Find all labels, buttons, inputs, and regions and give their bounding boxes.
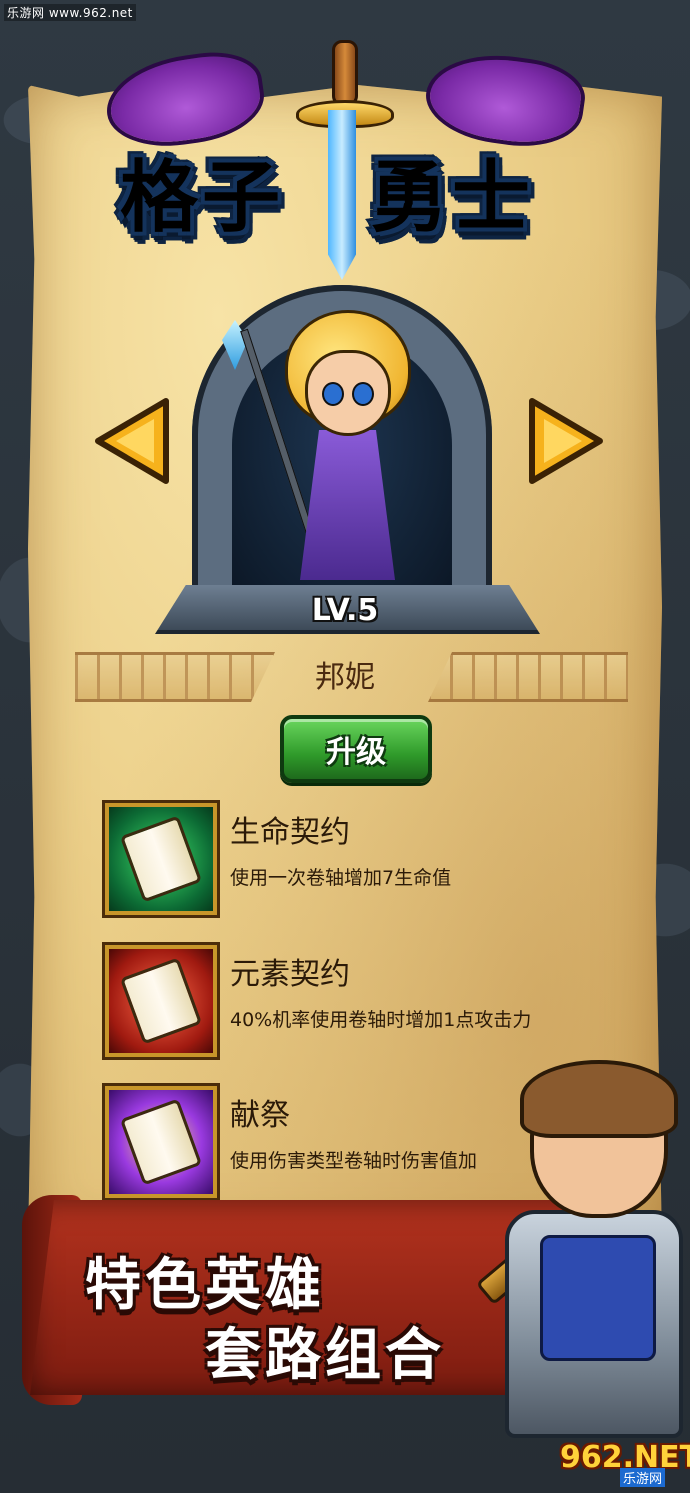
hero-name: 邦妮 — [315, 660, 375, 695]
upgrade-button[interactable]: 升级 — [280, 715, 432, 783]
hero-eye — [322, 382, 344, 406]
hero-dress — [300, 430, 395, 580]
logo-text-left: 格子 — [120, 135, 284, 247]
hero-portrait[interactable] — [260, 290, 430, 590]
skill-title: 生命契约 — [230, 815, 350, 850]
slogan-line-1: 特色英雄 — [85, 1253, 325, 1318]
hero-face — [305, 350, 391, 436]
skill-title: 献祭 — [230, 1098, 290, 1133]
scroll-fire-icon — [102, 942, 220, 1060]
arrow-right-icon — [529, 398, 603, 484]
skill-desc: 40%机率使用卷轴时增加1点攻击力 — [230, 1009, 532, 1031]
skill-desc: 使用伤害类型卷轴时伤害值加 — [230, 1150, 478, 1172]
knight-character — [470, 1060, 690, 1480]
prev-hero-button[interactable] — [92, 395, 170, 487]
hero-eye — [352, 382, 374, 406]
knight-tabard — [540, 1235, 656, 1361]
scroll-magic-icon — [102, 1083, 220, 1201]
sword-blade-icon — [328, 110, 356, 280]
skill-desc: 使用一次卷轴增加7生命值 — [230, 867, 452, 889]
knight-hair — [520, 1060, 678, 1138]
brand-sub: 乐游网 — [620, 1468, 666, 1487]
site-watermark: 乐游网 www.962.net — [4, 4, 136, 21]
skill-item[interactable]: 元素契约 40%机率使用卷轴时增加1点攻击力 — [102, 942, 665, 1060]
sword-hilt-icon — [332, 40, 358, 106]
skill-title: 元素契约 — [230, 957, 350, 992]
hero-level: LV.5 — [311, 593, 379, 628]
skill-item[interactable]: 生命契约 使用一次卷轴增加7生命值 — [102, 800, 665, 918]
celtic-knot-ornament — [428, 652, 628, 702]
scroll-heal-icon — [102, 800, 220, 918]
next-hero-button[interactable] — [528, 395, 606, 487]
logo-text-right: 勇士 — [370, 135, 534, 247]
slogan-line-2: 套路组合 — [205, 1323, 445, 1388]
celtic-knot-ornament — [75, 652, 275, 702]
game-logo: 格子 勇士 — [100, 40, 590, 280]
arrow-left-icon — [95, 398, 169, 484]
